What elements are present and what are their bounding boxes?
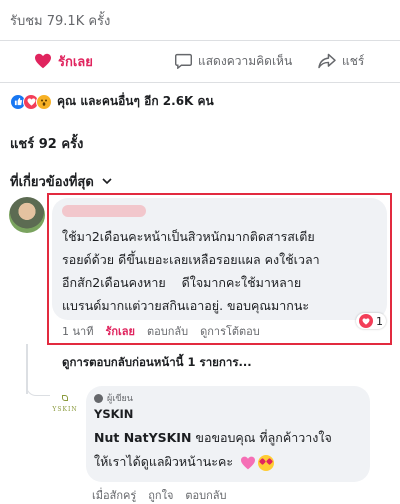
previous-replies-link[interactable]: ดูการตอบกลับก่อนหน้านี้ 1 รายการ... (62, 354, 252, 372)
divider (0, 82, 400, 83)
thread-connector (26, 376, 50, 396)
reply-meta: เมื่อสักครู่ ถูกใจ ตอบกลับ (92, 486, 239, 504)
view-count: รับชม 79.1K ครั้ง (10, 14, 111, 29)
reply-reply-button[interactable]: ตอบกลับ (185, 486, 226, 504)
author-badge-label: ผู้เขียน (107, 394, 133, 404)
comment-reaction-count[interactable]: 1 (356, 313, 386, 329)
share-label: แชร์ (342, 53, 365, 68)
commenter-avatar[interactable] (9, 197, 45, 233)
reply-author-name[interactable]: YSKIN (94, 407, 133, 421)
reply-text: Nut NatYSKIN ขอขอบคุณ ที่ลูกค้าวางใจ ให้… (94, 426, 366, 474)
heart-icon (35, 53, 51, 69)
blurred-commenter-name (62, 205, 146, 217)
love-reaction-icon (359, 314, 373, 328)
reply-time: เมื่อสักครู่ (92, 489, 137, 502)
comment-love-button[interactable]: รักเลย (105, 322, 135, 340)
reply-line-2: ให้เราได้ดูแลผิวหน้านะคะ (94, 454, 238, 469)
sort-label: ที่เกี่ยวข้องที่สุด (10, 175, 94, 190)
heart-eyes-emoji-icon (258, 454, 275, 471)
reply-line-1: ขอขอบคุณ ที่ลูกค้าวางใจ (191, 430, 332, 445)
reaction-count-number: 1 (376, 314, 383, 328)
author-badge: ผู้เขียน (94, 391, 133, 405)
page-logo-text: YSKIN (52, 405, 78, 413)
reaction-summary[interactable]: คุณ และคนอื่นๆ อีก 2.6K คน (10, 92, 214, 111)
mention-user[interactable]: Nut Nat (94, 430, 149, 445)
comment-text: ใช้มา2เดือนคะหน้าเป็นสิวหนักมากติดสารสเต… (62, 229, 320, 313)
comment-button[interactable]: แสดงความคิดเห็น (175, 52, 292, 71)
chevron-down-icon (102, 178, 112, 185)
divider (0, 40, 400, 41)
comment-time: 1 นาที (62, 325, 94, 338)
reply-like-button[interactable]: ถูกใจ (148, 486, 173, 504)
share-button[interactable]: แชร์ (318, 52, 364, 71)
mention-page[interactable]: YSKIN (149, 430, 192, 445)
comment-meta: 1 นาที รักเลย ตอบกลับ ดูการโต้ตอบ (62, 322, 272, 340)
comment-bubble-icon (175, 53, 192, 69)
page-avatar[interactable]: YSKIN (49, 393, 81, 425)
post-action-bar: รักเลย แสดงความคิดเห็น แชร์ (0, 42, 400, 80)
comment-reply-button[interactable]: ตอบกลับ (147, 322, 188, 340)
reply-bubble: ผู้เขียน YSKIN Nut NatYSKIN ขอขอบคุณ ที่… (86, 386, 370, 482)
comment-label: แสดงความคิดเห็น (198, 53, 293, 68)
comment-bubble: ใช้มา2เดือนคะหน้าเป็นสิวหนักมากติดสารสเต… (52, 198, 387, 320)
reactions-text: คุณ และคนอื่นๆ อีก 2.6K คน (57, 94, 214, 108)
love-button[interactable]: รักเลย (34, 51, 93, 72)
author-badge-icon (94, 393, 103, 403)
see-interactions-link[interactable]: ดูการโต้ตอบ (200, 322, 260, 340)
share-count[interactable]: แชร์ 92 ครั้ง (10, 133, 83, 154)
comment-sort-dropdown[interactable]: ที่เกี่ยวข้องที่สุด (10, 171, 112, 192)
leaf-logo-icon (62, 395, 68, 401)
wow-reaction-icon (36, 93, 52, 110)
love-label: รักเลย (58, 54, 93, 70)
share-arrow-icon (318, 53, 336, 69)
sparkling-heart-icon (241, 456, 256, 469)
